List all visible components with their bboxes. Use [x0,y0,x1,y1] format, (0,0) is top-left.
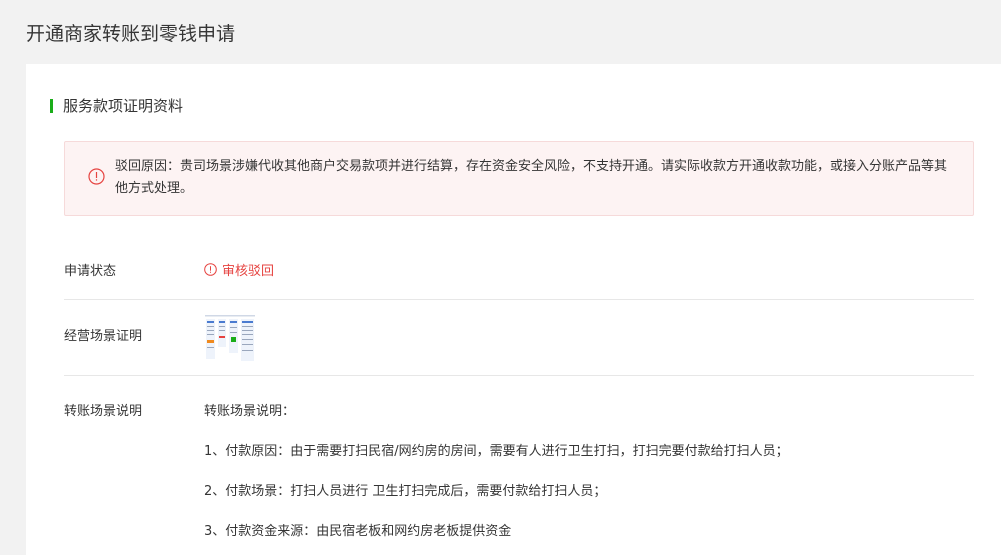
section-title: 服务款项证明资料 [63,97,184,115]
rejection-alert: 驳回原因：贵司场景涉嫌代收其他商户交易款项并进行结算，存在资金安全风险，不支持开… [64,141,974,216]
transfer-desc-line: 2、付款场景：打扫人员进行 卫生打扫完成后，需要付款给打扫人员； [204,484,607,499]
section-accent-bar [50,98,53,113]
status-value: 审核驳回 [222,264,275,279]
transfer-desc-line: 转账场景说明： [204,404,296,419]
status-badge: 审核驳回 [204,260,274,279]
transfer-desc-line: 1、付款原因：由于需要打扫民宿/网约房的房间，需要有人进行卫生打扫，打扫完要付款… [204,444,789,459]
row-divider [64,299,974,300]
error-circle-icon [88,168,105,185]
warning-circle-icon [204,263,217,276]
transfer-desc-line: 3、付款资金来源：由民宿老板和网约房老板提供资金 [204,524,512,539]
scene-proof-label: 经营场景证明 [64,329,143,344]
status-label: 申请状态 [64,264,117,279]
scene-proof-thumbnail[interactable] [204,314,256,364]
section-header: 服务款项证明资料 [50,95,183,116]
row-divider [64,375,974,376]
main-card: 服务款项证明资料 驳回原因：贵司场景涉嫌代收其他商户交易款项并进行结算，存在资金… [26,64,1001,555]
document-thumbnail-image [204,314,256,364]
transfer-desc-label: 转账场景说明 [64,404,143,419]
rejection-reason-text: 驳回原因：贵司场景涉嫌代收其他商户交易款项并进行结算，存在资金安全风险，不支持开… [115,159,948,196]
page-title: 开通商家转账到零钱申请 [26,23,236,45]
